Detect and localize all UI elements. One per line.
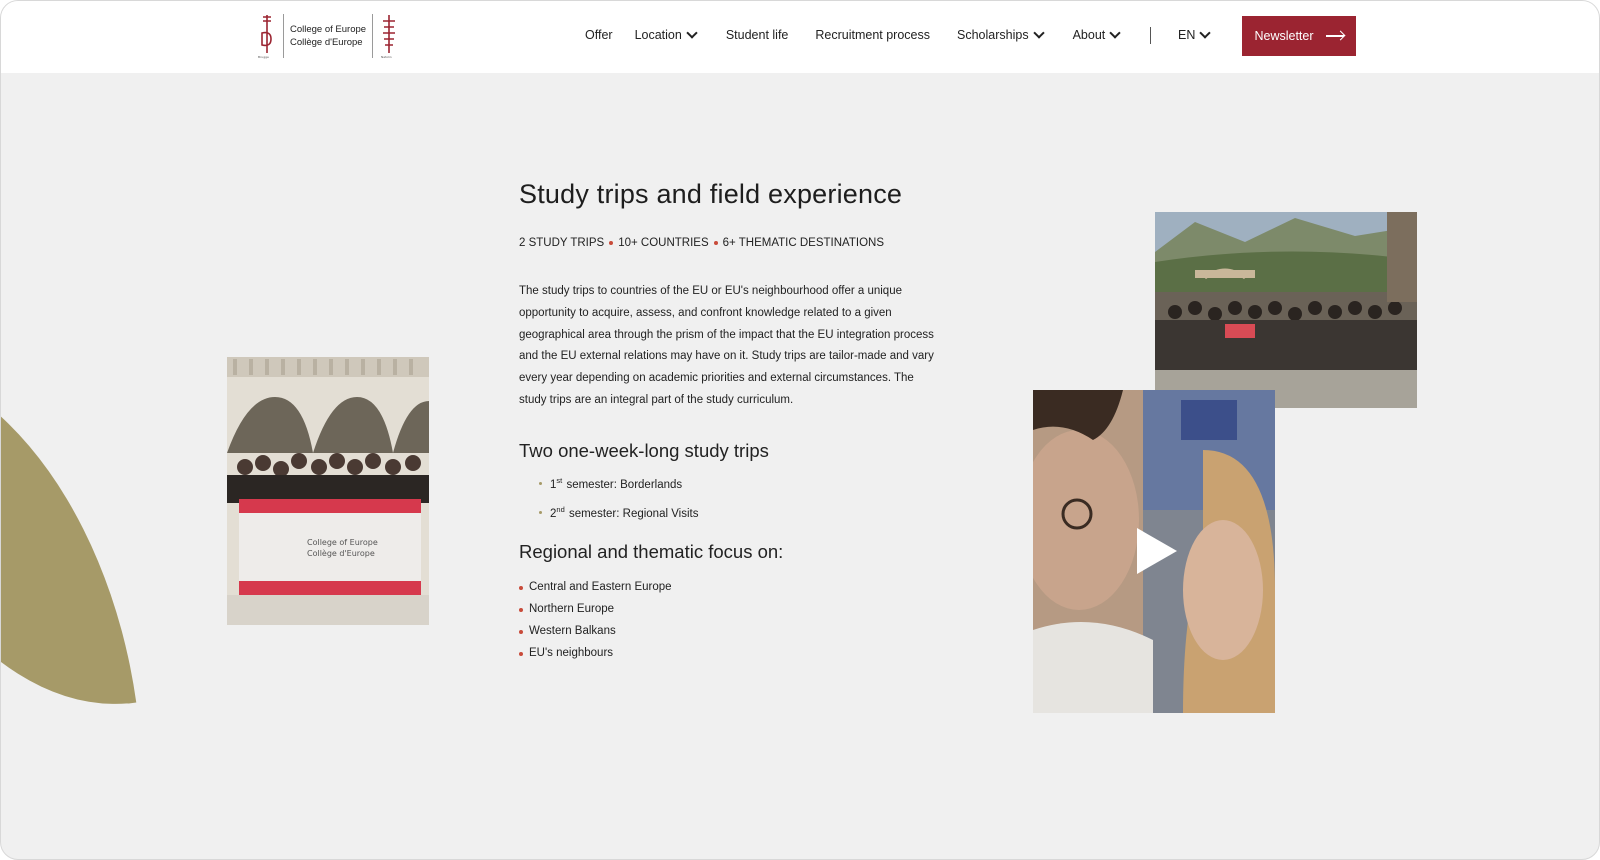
nav-item-about[interactable]: About [1072,27,1121,42]
arrow-right-icon [1325,35,1344,37]
svg-text:Brugge: Brugge [258,55,269,59]
svg-text:Natolin: Natolin [381,55,392,59]
trip-text: 1st semester: Borderlands [550,476,682,491]
trip-text: 2nd semester: Regional Visits [550,505,699,520]
trip-ordinal: nd [556,504,565,514]
bullet-dot-icon [713,241,718,245]
nav-item-label: Scholarships [957,28,1029,42]
bullet-dot-icon [519,629,523,634]
description-paragraph: The study trips to countries of the EU o… [519,285,934,406]
list-item: Northern Europe [519,599,939,621]
trip-ordinal: st [556,475,563,485]
page-title: Study trips and field experience [519,179,903,209]
trip-description: semester: Regional Visits [568,507,699,520]
chevron-down-icon [1199,27,1212,39]
play-icon[interactable] [1135,526,1179,576]
chevron-down-icon [686,27,698,39]
trips-heading: Two one-week-long study trips [519,439,769,461]
browser-frame: Brugge College of Europe Collège d'Europ… [0,0,1600,860]
bruges-crest-icon: Brugge [258,15,272,59]
newsletter-label: Newsletter [1254,29,1314,43]
region-label: Western Balkans [529,625,616,638]
trip-description: semester: Borderlands [566,478,683,491]
chevron-down-icon [1109,27,1121,39]
nav-item-label: Student life [725,28,789,42]
bullet-dot-icon [519,608,523,613]
nav-item-label: Location [634,28,682,42]
nav-item-label: Recruitment process [815,28,930,42]
stat-destinations: 6+ THEMATIC DESTINATIONS [722,237,884,249]
group-banner-photo: College of Europe Collège d'Europe [227,357,429,625]
regions-list: Central and Eastern Europe Northern Euro… [519,577,939,664]
bullet-dot-icon [609,241,614,245]
nav-item-student-life[interactable]: Student life [726,28,789,42]
natolin-crest-icon: Natolin [381,15,396,59]
nav-item-recruitment[interactable]: Recruitment process [815,28,930,42]
video-thumbnail[interactable] [1033,390,1275,713]
main-nav: Offer Location Student life Recruitment … [585,23,1121,47]
bullet-dot-icon [519,586,523,591]
bullet-dot-icon [539,510,542,514]
list-item: 2nd semester: Regional Visits [539,505,939,520]
stat-countries: 10+ COUNTRIES [618,237,709,249]
stat-trips: 2 STUDY TRIPS [519,237,605,249]
banner-text-en: College of Europe [307,538,378,547]
logo-divider [283,14,284,58]
nav-divider [1150,27,1151,44]
nav-item-offer[interactable]: Offer [585,28,613,42]
region-label: EU's neighbours [529,646,614,659]
bullet-dot-icon [539,481,542,485]
chevron-down-icon [1032,27,1045,39]
newsletter-button[interactable]: Newsletter [1242,16,1356,56]
nav-item-label: Offer [585,28,613,42]
logo-name-en: College of Europe [290,23,367,35]
nav-item-location[interactable]: Location [634,27,698,42]
logo-divider [372,14,374,58]
region-label: Central and Eastern Europe [529,581,672,594]
mostar-group-photo [1155,212,1417,408]
trips-list: 1st semester: Borderlands 2nd semester: … [519,476,939,520]
college-logo[interactable]: Brugge College of Europe Collège d'Europ… [257,13,399,59]
main-content: Study trips and field experience 2 STUDY… [519,179,939,665]
list-item: Central and Eastern Europe [519,577,939,599]
region-label: Northern Europe [529,603,615,616]
site-header: Brugge College of Europe Collège d'Europ… [1,1,1599,73]
logo-name-fr: Collège d'Europe [290,36,363,48]
language-label: EN [1178,28,1196,42]
list-item: EU's neighbours [519,643,939,665]
list-item: Western Balkans [519,621,939,643]
language-selector[interactable]: EN [1178,23,1212,47]
stats-line: 2 STUDY TRIPS 10+ COUNTRIES 6+ THEMATIC … [519,237,939,249]
list-item: 1st semester: Borderlands [539,476,939,491]
bullet-dot-icon [519,651,523,656]
focus-heading: Regional and thematic focus on: [519,541,784,563]
logo-text: College of Europe Collège d'Europe [290,24,366,49]
nav-item-label: About [1072,28,1106,42]
decorative-leaf-shape [1,326,137,736]
nav-item-scholarships[interactable]: Scholarships [957,27,1045,42]
banner-text-fr: Collège d'Europe [307,548,375,558]
